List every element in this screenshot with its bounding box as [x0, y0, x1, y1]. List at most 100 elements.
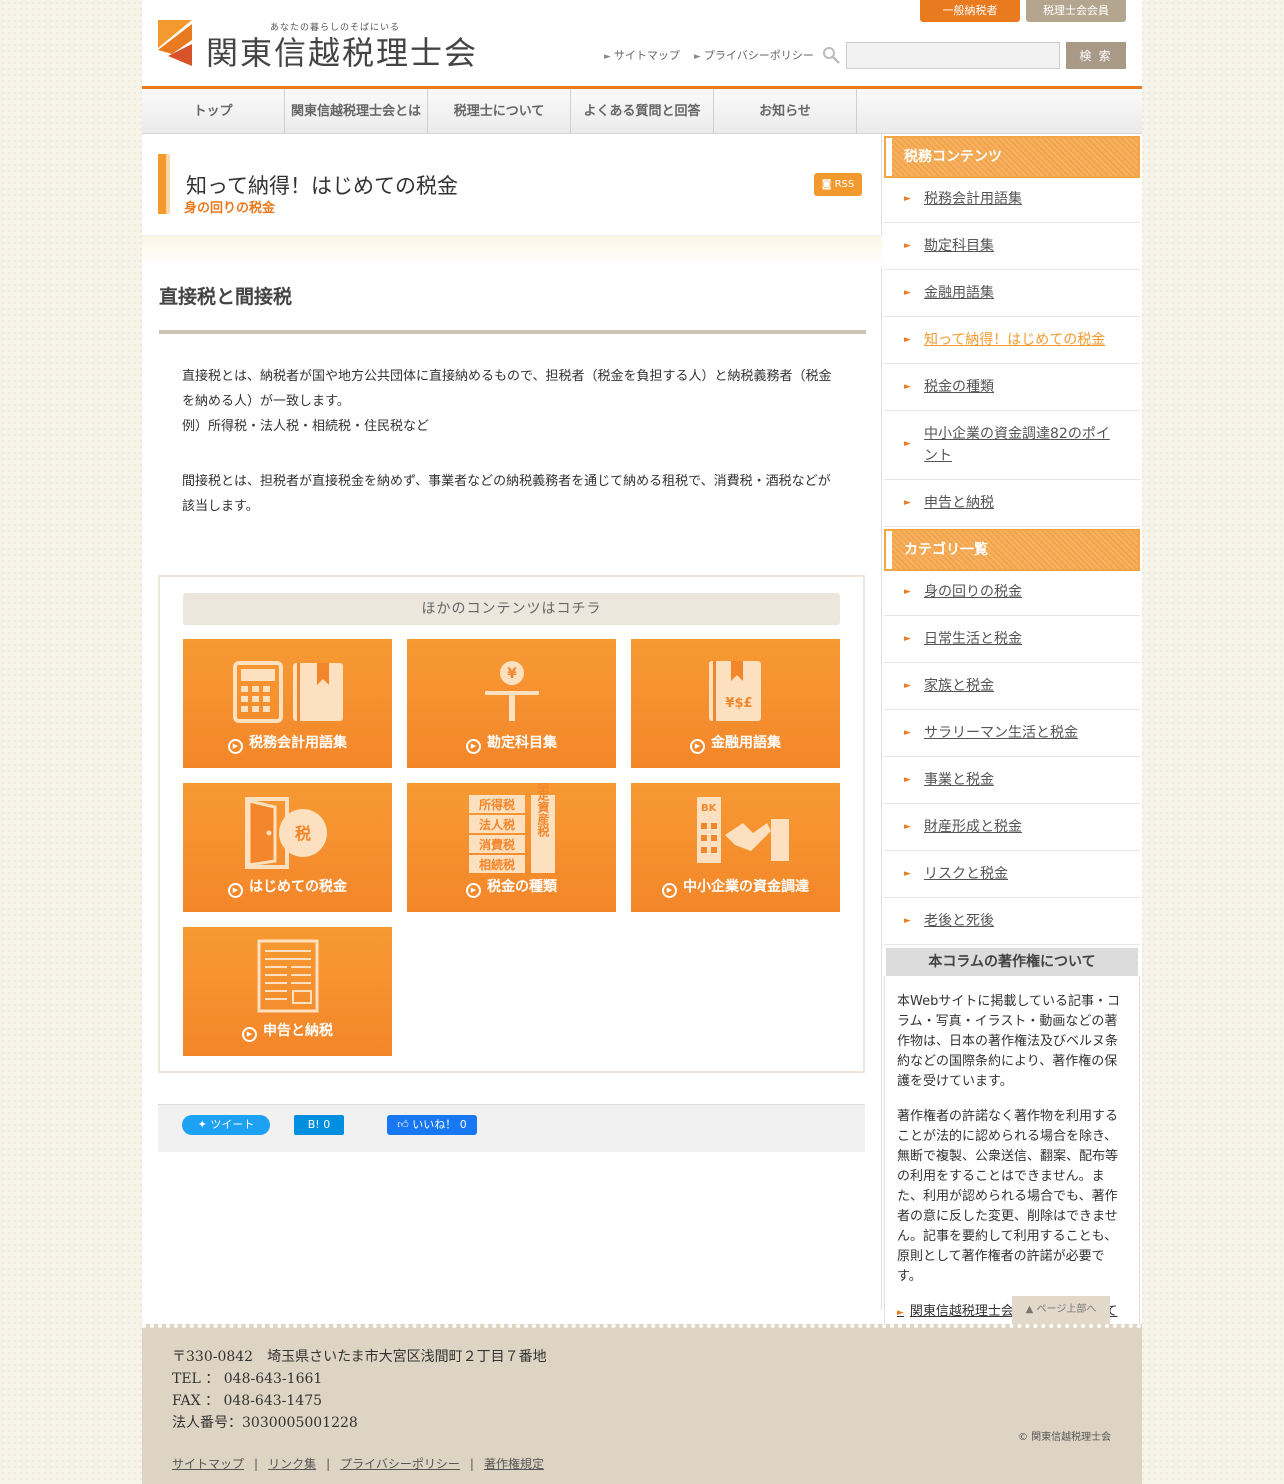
other-contents-box: ほかのコンテンツはコチラ ▶ 税務会計用語集 ¥ ▶ 勘定科目集 ¥$£ ▶ 金… — [158, 575, 865, 1073]
sidebar-item-label: サラリーマン生活と税金 — [924, 725, 1078, 741]
tile-account-titles[interactable]: ¥ ▶ 勘定科目集 — [407, 639, 616, 768]
tile-sme-financing[interactable]: BK ▶ 中小企業の資金調達 — [631, 783, 840, 912]
sidebar-item-finance-glossary[interactable]: ► 金融用語集 — [884, 270, 1140, 317]
tile-label: ▶ 中小企業の資金調達 — [631, 876, 840, 898]
arrow-right-icon: ► — [694, 52, 701, 62]
arrow-right-icon: ► — [904, 916, 911, 926]
search-icon — [823, 47, 840, 64]
tax-type-word-vertical: 固定資産税 — [536, 783, 550, 838]
tile-finance-glossary[interactable]: ¥$£ ▶ 金融用語集 — [631, 639, 840, 768]
arrow-right-icon: ► — [904, 869, 911, 879]
footer-links: サイトマップ | リンク集 | プライバシーポリシー | 著作権規定 — [172, 1455, 544, 1472]
sitemap-link-label: サイトマップ — [613, 49, 680, 62]
search-button[interactable]: 検 索 — [1066, 42, 1126, 69]
sidebar-item-tax-types[interactable]: ► 税金の種類 — [884, 364, 1140, 411]
tile-label-text: 金融用語集 — [711, 735, 781, 751]
rss-icon: ◙ — [821, 179, 835, 190]
tile-label-text: はじめての税金 — [249, 879, 347, 895]
sidebar-item-category[interactable]: ► 財産形成と税金 — [884, 804, 1140, 851]
rss-label: RSS — [834, 179, 855, 190]
footer-link-links[interactable]: リンク集 — [268, 1457, 316, 1471]
sidebar-item-account-titles[interactable]: ► 勘定科目集 — [884, 223, 1140, 270]
sidebar-item-label: 中小企業の資金調達82のポイント — [924, 426, 1110, 464]
footer-copyright: © 関東信越税理士会 — [1018, 1432, 1112, 1443]
tile-filing-payment[interactable]: ▶ 申告と納税 — [183, 927, 392, 1056]
sitemap-link[interactable]: ► サイトマップ — [604, 47, 680, 63]
footer-link-sitemap[interactable]: サイトマップ — [172, 1457, 244, 1471]
like-label: いいね！ 0 — [412, 1118, 467, 1131]
sidebar-item-category[interactable]: ► 事業と税金 — [884, 757, 1140, 804]
member-button[interactable]: 税理士会会員 — [1026, 0, 1126, 22]
sidebar-item-category[interactable]: ► リスクと税金 — [884, 851, 1140, 898]
tax-type-word: 法人税 — [479, 817, 515, 832]
privacy-link-label: プライバシーポリシー — [703, 49, 814, 62]
tweet-button[interactable]: ✦ ツイート — [182, 1115, 270, 1135]
tweet-label: ツイート — [210, 1118, 255, 1131]
play-circle-icon: ▶ — [466, 883, 481, 898]
footer-link-separator: | — [326, 1457, 331, 1471]
main-nav: トップ 関東信越税理士会とは 税理士について よくある質問と回答 お知らせ — [142, 86, 1142, 134]
sidebar-category-heading: カテゴリ一覧 — [884, 529, 1140, 571]
sidebar: 税務コンテンツ ► 税務会計用語集 ► 勘定科目集 ► 金融用語集 ► 知って納得！はじ… — [884, 134, 1140, 1338]
sidebar-item-category[interactable]: ► サラリーマン生活と税金 — [884, 710, 1140, 757]
sidebar-item-tax-glossary[interactable]: ► 税務会計用語集 — [884, 176, 1140, 223]
footer-link-copyright-rules[interactable]: 著作権規定 — [484, 1457, 544, 1471]
privacy-link[interactable]: ► プライバシーポリシー — [694, 47, 814, 63]
arrow-right-icon: ► — [904, 775, 911, 785]
tile-label: ▶ 申告と納税 — [183, 1020, 392, 1042]
arrow-right-icon: ► — [904, 728, 911, 738]
nav-item-about[interactable]: 関東信越税理士会とは — [285, 89, 428, 134]
sidebar-tax-list: ► 税務会計用語集 ► 勘定科目集 ► 金融用語集 ► 知って納得！はじめての税金 ► 税… — [884, 176, 1140, 527]
sidebar-item-category[interactable]: ► 老後と死後 — [884, 898, 1140, 945]
sidebar-item-sme-financing[interactable]: ► 中小企業の資金調達82のポイント — [884, 411, 1140, 480]
nav-item-tax-accountant[interactable]: 税理士について — [428, 89, 571, 134]
tax-type-word: 所得税 — [479, 797, 515, 812]
sidebar-item-label: 家族と税金 — [924, 678, 994, 694]
title-accent-bar — [158, 154, 170, 214]
sidebar-item-category[interactable]: ► 日常生活と税金 — [884, 616, 1140, 663]
footer-address: 〒330-0842 埼玉県さいたま市大宮区浅間町２丁目７番地 — [172, 1349, 547, 1365]
nav-item-news[interactable]: お知らせ — [714, 89, 857, 134]
facebook-like-button[interactable]: 👍︎ いいね！ 0 — [387, 1115, 477, 1135]
tile-tax-types[interactable]: 所得税 法人税 消費税 相続税 固定資産税 ▶ 税金の種類 — [407, 783, 616, 912]
twitter-bird-icon: ✦ — [197, 1118, 211, 1131]
sidebar-item-filing-payment[interactable]: ► 申告と納税 — [884, 480, 1140, 527]
play-circle-icon: ▶ — [690, 739, 705, 754]
general-taxpayer-button[interactable]: 一般納税者 — [920, 0, 1020, 22]
main-content: 知って納得！はじめての税金 身の回りの税金 ◙ RSS 直接税と間接税 直接税と… — [142, 134, 882, 1310]
site-header: あなたの暮らしのそばにいる 関東信越税理士会 一般納税者 税理士会会員 ► サイト… — [142, 0, 1142, 86]
thumbs-up-icon: 👍︎ — [397, 1118, 413, 1131]
footer-corp-number: 法人番号：3030005001228 — [172, 1415, 358, 1431]
footer-link-privacy[interactable]: プライバシーポリシー — [340, 1457, 460, 1471]
logo-text[interactable]: 関東信越税理士会 — [206, 28, 478, 74]
arrow-right-icon: ► — [904, 498, 911, 508]
sidebar-item-label: 老後と死後 — [924, 913, 994, 929]
tile-label-text: 税務会計用語集 — [249, 735, 347, 751]
search-input[interactable] — [846, 42, 1060, 69]
page-title: 知って納得！はじめての税金 — [186, 174, 458, 198]
arrow-right-icon: ► — [904, 335, 911, 345]
tile-label: ▶ 税金の種類 — [407, 876, 616, 898]
sidebar-item-category[interactable]: ► 家族と税金 — [884, 663, 1140, 710]
hatena-bookmark-button[interactable]: B! 0 — [294, 1115, 344, 1135]
tile-first-taxes[interactable]: 税 ▶ はじめての税金 — [183, 783, 392, 912]
nav-item-faq[interactable]: よくある質問と回答 — [571, 89, 714, 134]
tile-tax-glossary[interactable]: ▶ 税務会計用語集 — [183, 639, 392, 768]
sidebar-tax-heading: 税務コンテンツ — [884, 136, 1140, 178]
footer-address-block: 〒330-0842 埼玉県さいたま市大宮区浅間町２丁目７番地 TEL ： 048… — [172, 1346, 547, 1434]
logo-mark-icon[interactable] — [158, 20, 192, 66]
svg-text:¥$£: ¥$£ — [725, 696, 752, 711]
sidebar-item-first-taxes[interactable]: ► 知って納得！はじめての税金 — [884, 317, 1140, 364]
sidebar-item-label: 税金の種類 — [924, 379, 994, 395]
copyright-box: 本Webサイトに掲載している記事・コラム・写真・イラスト・動画などの著作物は、日… — [884, 976, 1140, 1338]
tax-type-word: 相続税 — [479, 857, 515, 872]
sidebar-item-label: 申告と納税 — [924, 495, 994, 511]
rss-button[interactable]: ◙ RSS — [814, 173, 862, 196]
copyright-paragraph: 本Webサイトに掲載している記事・コラム・写真・イラスト・動画などの著作物は、日… — [897, 994, 1120, 1089]
copyright-heading: 本コラムの著作権について — [886, 948, 1138, 976]
nav-item-top[interactable]: トップ — [142, 89, 285, 134]
sidebar-item-category[interactable]: ► 身の回りの税金 — [884, 569, 1140, 616]
page-top-button[interactable]: ▲ ページ上部へ — [1012, 1296, 1110, 1324]
arrow-right-icon: ► — [904, 681, 911, 691]
play-circle-icon: ▶ — [228, 739, 243, 754]
